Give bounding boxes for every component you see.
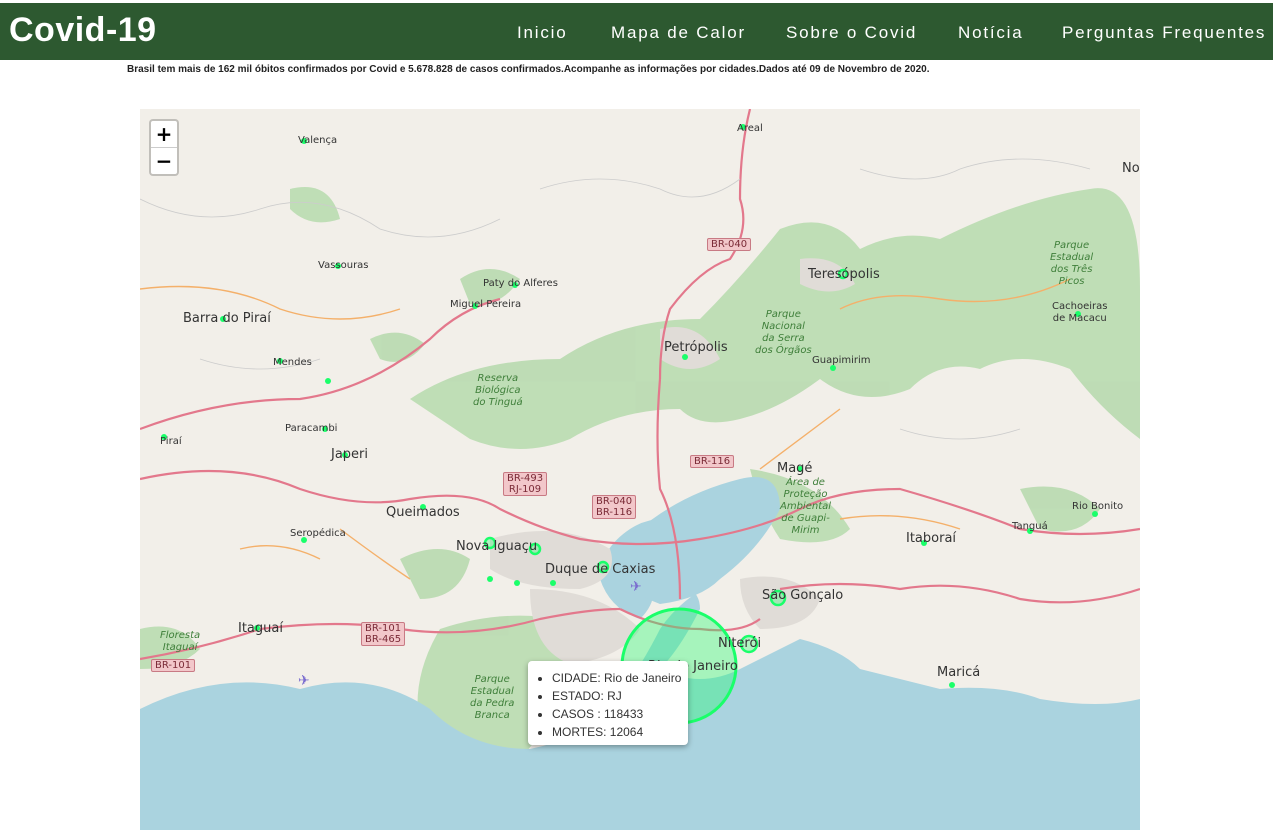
place-label: Nova Iguaçu bbox=[456, 539, 538, 554]
place-label: Paracambi bbox=[285, 423, 338, 434]
place-label: Itaguaí bbox=[238, 621, 283, 636]
zoom-out-button[interactable]: − bbox=[151, 147, 177, 174]
place-label: Duque de Caxias bbox=[545, 562, 656, 577]
park-label: Floresta Itaguaí bbox=[160, 630, 201, 653]
svg-text:✈: ✈ bbox=[630, 579, 642, 595]
popup-cidade: CIDADE: Rio de Janeiro bbox=[552, 669, 688, 687]
top-navbar: Covid-19 Inicio Mapa de Calor Sobre o Co… bbox=[0, 3, 1273, 60]
place-label: Valença bbox=[298, 135, 338, 146]
place-label: No bbox=[1122, 161, 1140, 176]
popup-estado: ESTADO: RJ bbox=[552, 687, 688, 705]
place-label: Niterói bbox=[718, 636, 762, 651]
city-popup: CIDADE: Rio de Janeiro ESTADO: RJ CASOS … bbox=[528, 661, 688, 745]
zoom-in-button[interactable]: + bbox=[151, 121, 177, 147]
park-label: Parque Nacional da Serra dos Órgãos bbox=[755, 309, 812, 356]
nav-noticia[interactable]: Notícia bbox=[958, 23, 1024, 43]
nav-sobre-o-covid[interactable]: Sobre o Covid bbox=[786, 23, 917, 43]
park-label: Reserva Biológica do Tinguá bbox=[473, 373, 523, 408]
popup-casos: CASOS : 118433 bbox=[552, 705, 688, 723]
nav-perguntas-frequentes[interactable]: Perguntas Frequentes bbox=[1062, 23, 1266, 43]
road-shield: BR-040 bbox=[707, 238, 752, 251]
place-label: Tanguá bbox=[1012, 521, 1048, 532]
park-label: Área de Proteção Ambiental de Guapi- Mir… bbox=[780, 477, 832, 536]
place-label: Barra do Piraí bbox=[183, 311, 271, 326]
place-label: Teresópolis bbox=[808, 267, 880, 282]
place-label: Paty do Alferes bbox=[483, 278, 558, 289]
zoom-control: + − bbox=[149, 119, 179, 176]
place-label: Vassouras bbox=[318, 260, 369, 271]
road-shield: BR-116 bbox=[690, 455, 735, 468]
covid-map[interactable]: ✈ ✈ Valença Areal Vassouras Paty do Alfe… bbox=[140, 109, 1140, 830]
place-label: Cachoeiras de Macacu bbox=[1052, 301, 1108, 324]
road-shield: BR-040 BR-116 bbox=[592, 495, 637, 519]
road-shield: BR-101 BR-465 bbox=[361, 622, 406, 646]
place-label: Seropédica bbox=[290, 528, 346, 539]
place-label: Magé bbox=[777, 461, 813, 476]
place-label: Miguel Pereira bbox=[450, 299, 522, 310]
park-label: Parque Estadual da Pedra Branca bbox=[470, 674, 515, 721]
place-label: Japeri bbox=[331, 447, 369, 462]
page-subtitle: Brasil tem mais de 162 mil óbitos confir… bbox=[127, 64, 930, 75]
nav-inicio[interactable]: Inicio bbox=[517, 23, 568, 43]
place-label: Maricá bbox=[937, 665, 981, 680]
brand-logo[interactable]: Covid-19 bbox=[9, 11, 157, 50]
svg-text:✈: ✈ bbox=[298, 673, 310, 689]
place-label: Areal bbox=[737, 123, 763, 134]
place-label: Petrópolis bbox=[664, 340, 728, 355]
road-shield: BR-493 RJ-109 bbox=[503, 472, 548, 496]
place-label: Itaboraí bbox=[906, 531, 957, 546]
place-label: São Gonçalo bbox=[762, 588, 844, 603]
place-label: Guapimirim bbox=[812, 355, 871, 366]
nav-mapa-de-calor[interactable]: Mapa de Calor bbox=[611, 23, 746, 43]
place-label: Rio Bonito bbox=[1072, 501, 1124, 512]
place-label: Mendes bbox=[273, 357, 312, 368]
place-label: Piraí bbox=[160, 436, 182, 447]
park-label: Parque Estadual dos Três Picos bbox=[1050, 240, 1094, 287]
place-label: Queimados bbox=[386, 505, 460, 520]
road-shield: BR-101 bbox=[151, 659, 196, 672]
popup-mortes: MORTES: 12064 bbox=[552, 723, 688, 741]
